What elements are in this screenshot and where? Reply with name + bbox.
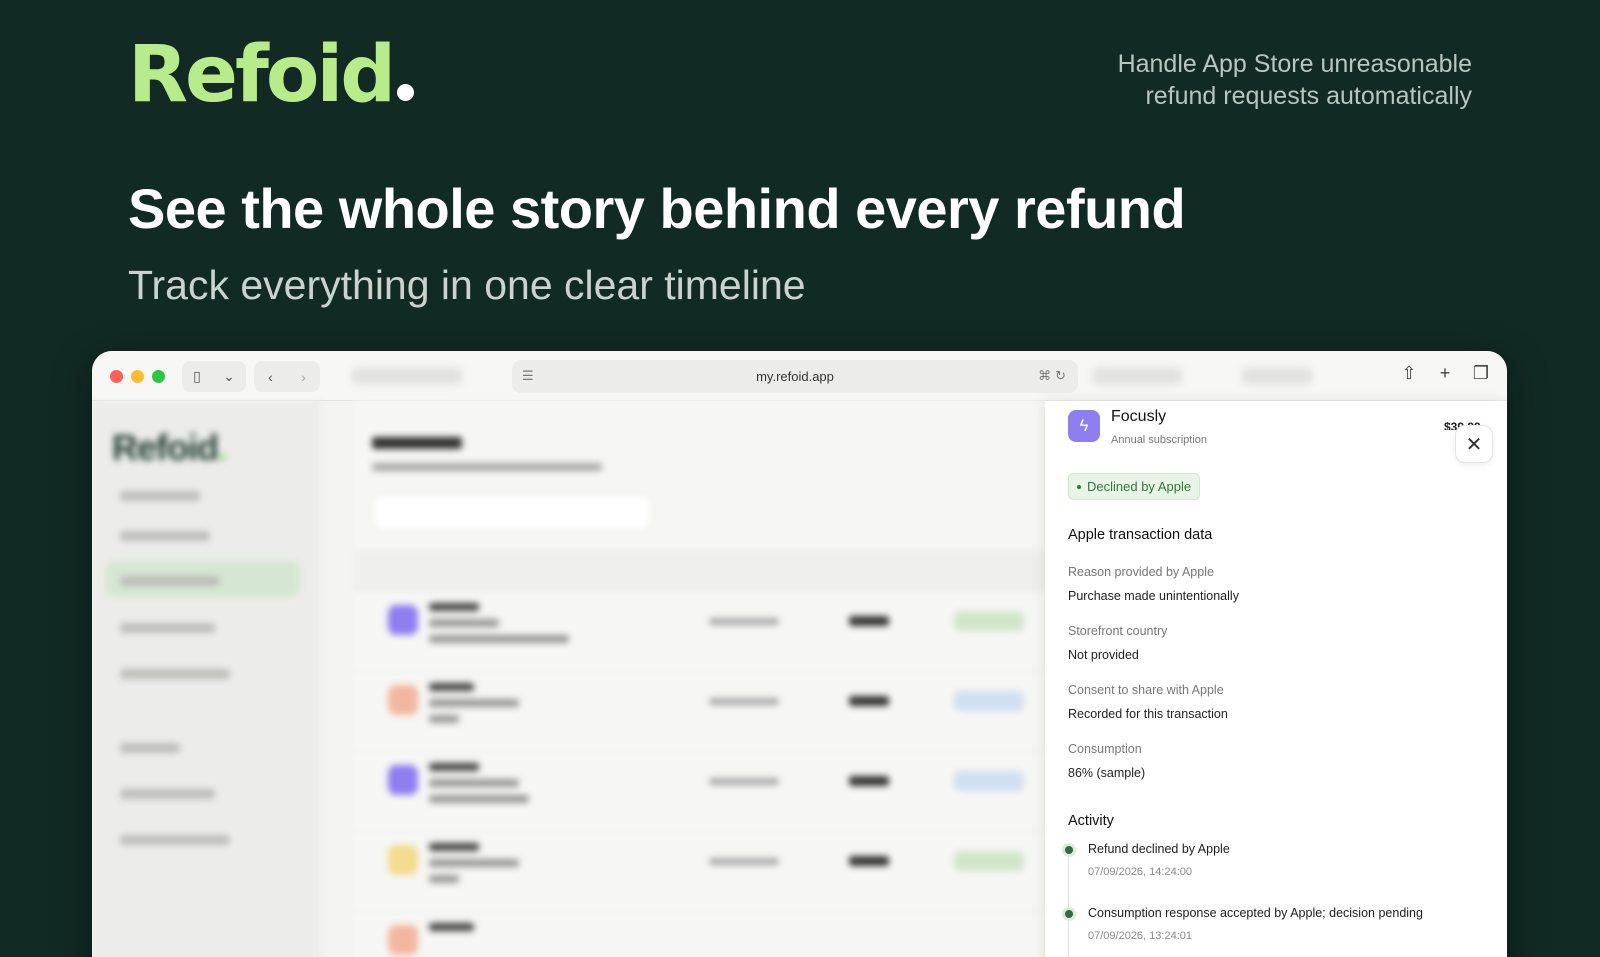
new-tab-icon[interactable]: + [1435, 363, 1455, 384]
sidebar-toggle-button[interactable]: ▯ ⌄ [182, 361, 246, 392]
browser-actions: ⇧ + ❐ [1399, 363, 1491, 384]
field-value: Purchase made unintentionally [1068, 589, 1239, 603]
app-sidebar: Refoid. [92, 401, 320, 957]
history-nav: ‹ › [254, 361, 320, 392]
brand-logo: Refoid [128, 36, 415, 114]
activity-title: Refund declined by Apple [1088, 842, 1230, 856]
tab-placeholder[interactable] [1092, 367, 1182, 385]
page-subheadline: Track everything in one clear timeline [128, 262, 806, 308]
minimize-window-button[interactable] [131, 370, 144, 383]
section-title-transaction: Apple transaction data [1068, 527, 1213, 543]
field-value: Not provided [1068, 648, 1139, 662]
close-window-button[interactable] [110, 370, 123, 383]
app-name: Focusly [1111, 408, 1167, 425]
translate-reload-icons[interactable]: ⌘↻ [1038, 368, 1070, 384]
share-icon[interactable]: ⇧ [1399, 363, 1419, 384]
zoom-window-button[interactable] [152, 370, 165, 383]
tab-overview-icon[interactable]: ❐ [1471, 363, 1491, 384]
section-title-activity: Activity [1068, 813, 1114, 829]
forward-icon[interactable]: › [301, 369, 306, 385]
status-label: Declined by Apple [1087, 479, 1192, 494]
tab-placeholder[interactable] [352, 367, 462, 385]
chevron-down-icon: ⌄ [223, 368, 235, 384]
timeline-dot-icon [1065, 846, 1073, 854]
app-logo: Refoid. [112, 427, 228, 468]
status-badge: Declined by Apple [1068, 473, 1201, 500]
activity-time: 07/09/2026, 14:24:00 [1088, 866, 1192, 878]
timeline-line [1068, 855, 1069, 957]
url-text: my.refoid.app [756, 369, 834, 384]
browser-toolbar: ▯ ⌄ ‹ › ☰ my.refoid.app ⌘↻ ⇧ + ❐ [92, 351, 1507, 401]
back-icon[interactable]: ‹ [268, 369, 273, 385]
field-label: Reason provided by Apple [1068, 565, 1214, 579]
lightning-icon: ϟ [1079, 416, 1089, 435]
status-dot-icon [1077, 484, 1081, 489]
activity-time: 07/09/2026, 13:24:01 [1088, 930, 1192, 942]
field-label: Consumption [1068, 742, 1142, 756]
field-value: 86% (sample) [1068, 766, 1146, 780]
subscription-plan: Annual subscription [1111, 434, 1208, 446]
address-bar[interactable]: ☰ my.refoid.app ⌘↻ [512, 360, 1078, 393]
sidebar-icon: ▯ [193, 368, 201, 384]
close-panel-button[interactable]: ✕ [1455, 425, 1493, 463]
field-label: Storefront country [1068, 624, 1168, 638]
tagline: Handle App Store unreasonable refund req… [1117, 50, 1472, 110]
refund-detail-panel: ϟ Focusly Annual subscription $39.99 ✕ D… [1045, 401, 1507, 957]
app-icon: ϟ [1068, 410, 1100, 442]
tab-placeholder[interactable] [1242, 367, 1312, 385]
page-headline: See the whole story behind every refund [128, 177, 1186, 240]
field-label: Consent to share with Apple [1068, 683, 1224, 697]
timeline-dot-icon [1065, 910, 1073, 918]
field-value: Recorded for this transaction [1068, 707, 1228, 721]
close-icon: ✕ [1465, 433, 1483, 456]
activity-title: Consumption response accepted by Apple; … [1088, 906, 1423, 920]
